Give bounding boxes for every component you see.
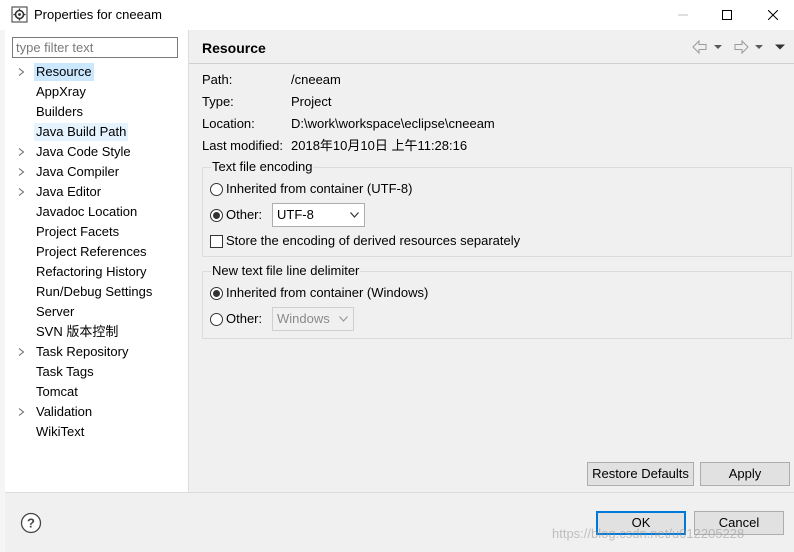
chevron-right-icon[interactable]: [18, 168, 25, 176]
tree-item-label: SVN 版本控制: [36, 324, 119, 339]
tree-item[interactable]: Project References: [12, 242, 188, 262]
text-encoding-title: Text file encoding: [211, 159, 314, 175]
chevron-right-icon[interactable]: [18, 408, 25, 416]
encoding-select[interactable]: UTF-8: [272, 203, 365, 227]
tree-item[interactable]: Java Code Style: [12, 142, 188, 162]
eclipse-gear-icon: [11, 6, 28, 23]
tree-item-label: Java Code Style: [36, 144, 131, 159]
back-menu-chevron-icon[interactable]: [714, 45, 722, 49]
tree-item[interactable]: Validation: [12, 402, 188, 422]
tree-item-label: Server: [36, 304, 75, 319]
encoding-inherited-label[interactable]: Inherited from container (UTF-8): [226, 180, 412, 198]
delimiter-select[interactable]: Windows: [272, 307, 354, 331]
tree-item-label: Project Facets: [36, 224, 120, 239]
tree-item[interactable]: Resource: [12, 62, 188, 82]
tree-item[interactable]: SVN 版本控制: [12, 322, 188, 342]
chevron-down-icon: [350, 212, 359, 218]
chevron-right-icon[interactable]: [18, 148, 25, 156]
header-separator: [189, 63, 794, 64]
tree-item[interactable]: Task Tags: [12, 362, 188, 382]
close-icon: [768, 10, 778, 20]
tree-item[interactable]: Server: [12, 302, 188, 322]
delimiter-other-radio[interactable]: [210, 313, 223, 326]
tree-item-label: AppXray: [36, 84, 86, 99]
chevron-right-icon[interactable]: [18, 348, 25, 356]
chevron-right-icon[interactable]: [18, 188, 25, 196]
path-value: /cneeam: [291, 72, 341, 87]
delimiter-other-label[interactable]: Other:: [226, 310, 262, 328]
encoding-select-value: UTF-8: [277, 207, 314, 222]
minimize-button[interactable]: [660, 0, 706, 30]
maximize-button[interactable]: [704, 0, 750, 30]
tree-item[interactable]: Task Repository: [12, 342, 188, 362]
tree-item-label: Task Repository: [36, 344, 129, 359]
forward-arrow-icon[interactable]: [734, 39, 749, 55]
tree-item-label: Java Compiler: [36, 164, 120, 179]
tree-item-label: Java Editor: [36, 184, 102, 199]
forward-menu-chevron-icon[interactable]: [755, 45, 763, 49]
encoding-inherited-radio[interactable]: [210, 183, 223, 196]
tree-item-label: Task Tags: [36, 364, 94, 379]
watermark-url: https://blog.csdn.net/u012205228: [552, 526, 745, 541]
tree-item-label: Resource: [34, 63, 94, 81]
chevron-down-icon: [339, 316, 348, 322]
chevron-right-icon[interactable]: [18, 68, 25, 76]
help-icon[interactable]: ?: [20, 512, 42, 534]
tree-item[interactable]: Refactoring History: [12, 262, 188, 282]
view-menu-icon[interactable]: [775, 44, 785, 50]
delimiter-select-value: Windows: [277, 311, 330, 326]
tree-item-label: Run/Debug Settings: [36, 284, 153, 299]
title-bar: Properties for cneeam: [0, 0, 794, 30]
filter-input[interactable]: [12, 37, 178, 58]
tree-item[interactable]: Java Editor: [12, 182, 188, 202]
tree-item-label: Java Build Path: [34, 123, 129, 141]
derived-encoding-label[interactable]: Store the encoding of derived resources …: [226, 232, 520, 250]
encoding-other-label[interactable]: Other:: [226, 206, 262, 224]
restore-defaults-button[interactable]: Restore Defaults: [587, 462, 694, 486]
type-value: Project: [291, 94, 332, 109]
path-label: Path:: [202, 72, 233, 87]
tree-item-label: Builders: [36, 104, 83, 119]
svg-text:?: ?: [27, 516, 35, 531]
location-label: Location:: [202, 116, 255, 131]
tree-item-label: Validation: [36, 404, 93, 419]
tree-item[interactable]: Tomcat: [12, 382, 188, 402]
page-title: Resource: [202, 40, 266, 56]
property-page: [189, 30, 794, 492]
page-navigation: [692, 39, 785, 55]
tree-item[interactable]: Project Facets: [12, 222, 188, 242]
encoding-other-radio[interactable]: [210, 209, 223, 222]
tree-item[interactable]: Java Build Path: [12, 122, 188, 142]
line-delimiter-title: New text file line delimiter: [211, 263, 361, 279]
tree-item-label: Project References: [36, 244, 147, 259]
tree-item[interactable]: Run/Debug Settings: [12, 282, 188, 302]
last-modified-value: 2018年10月10日 上午11:28:16: [291, 138, 468, 153]
close-button[interactable]: [750, 0, 794, 30]
type-label: Type:: [202, 94, 234, 109]
tree-item[interactable]: Javadoc Location: [12, 202, 188, 222]
background-window-edge: [0, 30, 5, 552]
last-modified-label: Last modified:: [202, 138, 283, 153]
tree-item-label: Javadoc Location: [36, 204, 138, 219]
maximize-icon: [722, 10, 732, 20]
tree-item-label: Refactoring History: [36, 264, 147, 279]
tree-item-label: Tomcat: [36, 384, 78, 399]
tree-item[interactable]: Java Compiler: [12, 162, 188, 182]
derived-encoding-checkbox[interactable]: [210, 235, 223, 248]
minimize-icon: [678, 14, 688, 16]
delimiter-inherited-radio[interactable]: [210, 287, 223, 300]
back-arrow-icon[interactable]: [692, 39, 707, 55]
apply-button[interactable]: Apply: [700, 462, 790, 486]
property-page-tree: Resource AppXray Builders Java Build Path Ja…: [12, 62, 188, 442]
tree-item-label: WikiText: [36, 424, 85, 439]
delimiter-inherited-label[interactable]: Inherited from container (Windows): [226, 284, 428, 302]
tree-item[interactable]: Builders: [12, 102, 188, 122]
window-title: Properties for cneeam: [34, 7, 162, 22]
location-value: D:\work\workspace\eclipse\cneeam: [291, 116, 495, 131]
tree-item[interactable]: WikiText: [12, 422, 188, 442]
tree-item[interactable]: AppXray: [12, 82, 188, 102]
